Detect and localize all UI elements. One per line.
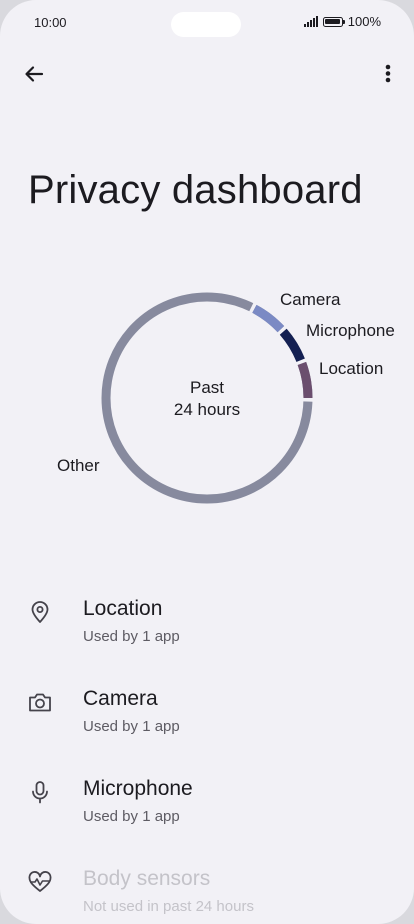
- permission-item-body-sensors[interactable]: Body sensors Not used in past 24 hours: [0, 850, 414, 924]
- permission-status: Used by 1 app: [83, 808, 180, 825]
- heart-pulse-icon: [28, 871, 52, 892]
- status-bar: 10:00 100%: [0, 0, 414, 46]
- permission-name: Location: [83, 597, 163, 620]
- donut-slice-location: [297, 361, 313, 399]
- donut-gap-2: [295, 358, 308, 366]
- permission-item-camera[interactable]: Camera Used by 1 app: [0, 670, 414, 750]
- donut-label-camera: Camera: [280, 290, 341, 309]
- permission-item-location[interactable]: Location Used by 1 app: [0, 580, 414, 660]
- permission-name: Microphone: [83, 777, 193, 800]
- location-pin-icon: [31, 601, 49, 623]
- status-icons: 100%: [303, 14, 381, 29]
- usage-donut-chart: Past 24 hours Camera Microphone Location…: [0, 280, 414, 520]
- arrow-left-icon[interactable]: [20, 60, 48, 88]
- permission-status: Used by 1 app: [83, 718, 180, 735]
- page-title: Privacy dashboard: [28, 168, 363, 212]
- camera-icon: [29, 693, 51, 712]
- donut-label-microphone: Microphone: [306, 321, 395, 340]
- donut-label-location: Location: [319, 359, 384, 378]
- donut-slice-camera: [252, 304, 285, 333]
- more-vertical-icon[interactable]: [375, 60, 401, 88]
- donut-slice-microphone: [279, 328, 305, 362]
- status-time: 10:00: [34, 15, 67, 30]
- donut-center-line-1: Past: [189, 378, 225, 397]
- donut-gap-1: [276, 325, 288, 336]
- donut-label-other: Other: [57, 456, 100, 475]
- permission-name: Body sensors: [83, 867, 211, 890]
- permission-status: Used by 1 app: [83, 628, 180, 645]
- phone-screen: 10:00 100% Privacy dashboard Past 24 hou…: [0, 0, 414, 924]
- permission-status: Not used in past 24 hours: [83, 898, 254, 915]
- permission-item-microphone[interactable]: Microphone Used by 1 app: [0, 760, 414, 840]
- battery-percent: 100%: [347, 14, 381, 29]
- permission-name: Camera: [83, 687, 158, 710]
- donut-center-line-2: 24 hours: [173, 400, 241, 419]
- camera-cutout: [171, 12, 241, 37]
- donut-gap-0: [248, 302, 258, 314]
- donut-center-label: Past 24 hours: [137, 377, 277, 421]
- microphone-icon: [32, 781, 48, 804]
- signal-icon: [303, 16, 318, 27]
- battery-icon: [322, 16, 345, 27]
